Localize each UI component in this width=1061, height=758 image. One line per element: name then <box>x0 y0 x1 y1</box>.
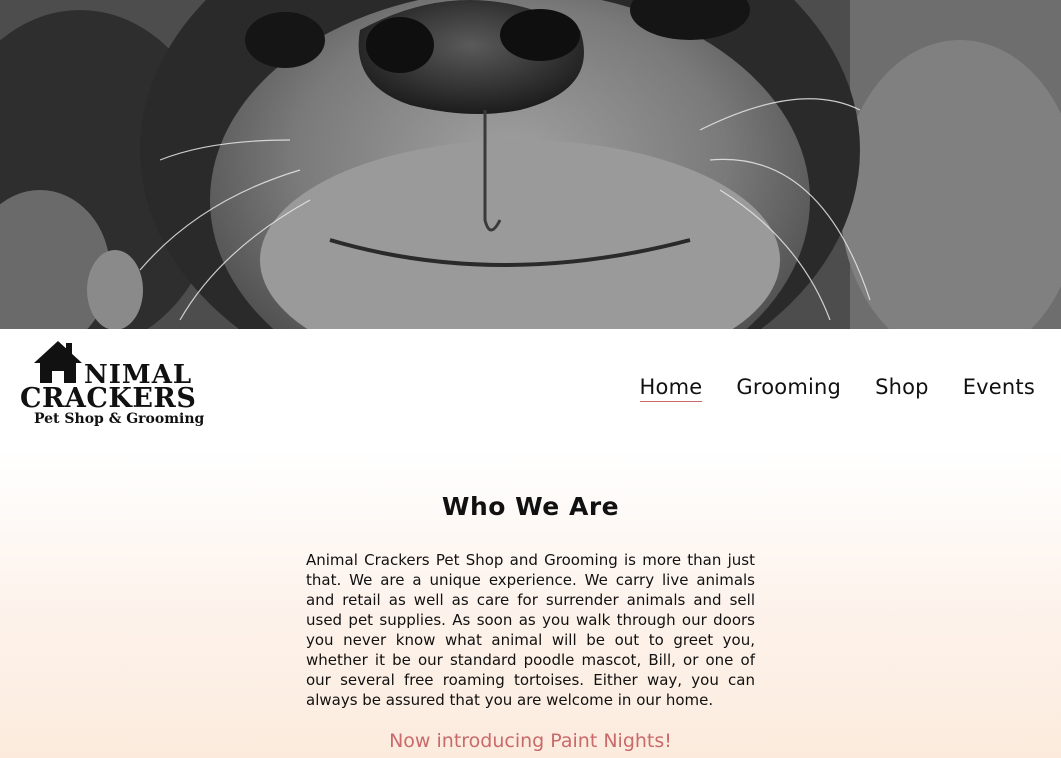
site-logo[interactable]: NIMAL CRACKERS Pet Shop & Grooming <box>18 337 208 427</box>
about-paragraph: Animal Crackers Pet Shop and Grooming is… <box>306 551 755 709</box>
svg-text:CRACKERS: CRACKERS <box>20 383 196 414</box>
nav-shop[interactable]: Shop <box>875 375 929 402</box>
svg-text:Pet Shop & Grooming: Pet Shop & Grooming <box>34 411 205 427</box>
nav-events[interactable]: Events <box>963 375 1035 402</box>
section-title: Who We Are <box>441 492 620 521</box>
announcement-text: Now introducing Paint Nights! <box>389 730 672 752</box>
nav-home[interactable]: Home <box>639 375 703 402</box>
nav-grooming[interactable]: Grooming <box>736 375 841 402</box>
site-header: NIMAL CRACKERS Pet Shop & Grooming Home … <box>0 329 1061 449</box>
main-content: Who We Are Animal Crackers Pet Shop and … <box>0 449 1061 758</box>
hero-image <box>0 0 1061 329</box>
main-nav: Home Grooming Shop Events <box>639 375 1035 402</box>
